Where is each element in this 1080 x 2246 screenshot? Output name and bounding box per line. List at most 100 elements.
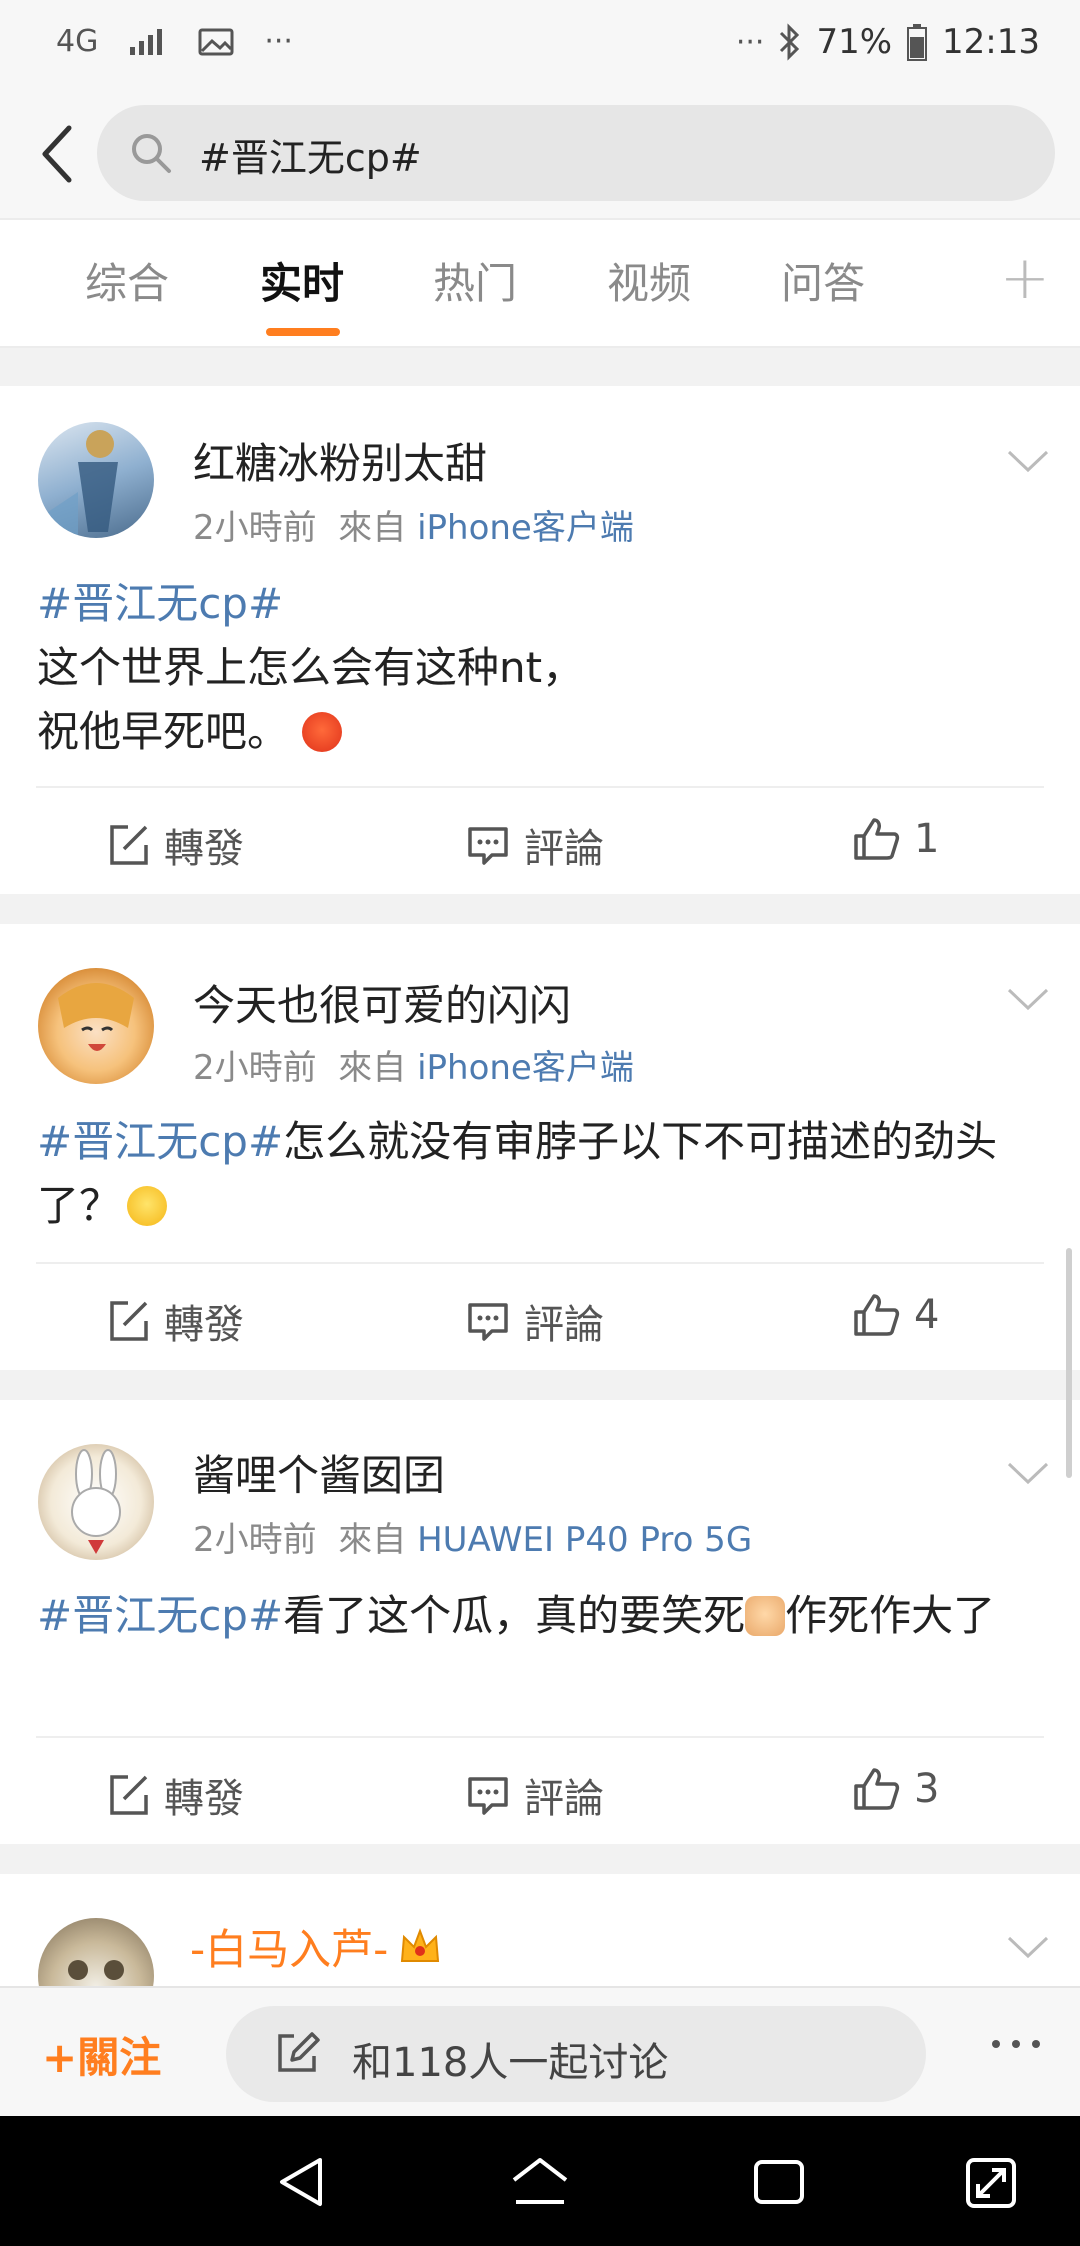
divider — [36, 786, 1044, 788]
angry-emoji-icon — [302, 712, 343, 752]
avatar[interactable] — [38, 968, 154, 1084]
hashtag-link[interactable]: #晋江无cp# — [37, 1117, 283, 1166]
from-label: 來自 — [338, 1048, 407, 1088]
post-source[interactable]: iPhone客户端 — [417, 508, 634, 548]
follow-button[interactable]: +關注 — [42, 2024, 161, 2085]
post-card[interactable]: 今天也很可爱的闪闪 2小時前 來自 iPhone客户端 #晋江无cp#怎么就没有… — [0, 924, 1080, 1370]
avatar-image — [71, 1449, 121, 1554]
thumbs-up-icon — [854, 1294, 900, 1336]
image-icon — [198, 28, 234, 55]
battery-icon — [907, 24, 928, 61]
avatar[interactable] — [38, 1444, 154, 1560]
avatar-image — [68, 1960, 124, 1980]
author-name[interactable]: 酱哩个酱囡囝 — [193, 1442, 445, 1503]
dot — [1032, 2040, 1040, 2048]
nav-back-icon[interactable] — [276, 2154, 326, 2210]
tab-qa[interactable]: 问答 — [781, 250, 865, 311]
divider — [36, 1262, 1044, 1264]
search-query: #晋江无cp# — [199, 136, 422, 180]
tab-comprehensive[interactable]: 综合 — [85, 250, 169, 311]
post-card[interactable]: 红糖冰粉别太甜 2小時前 來自 iPhone客户端 #晋江无cp# 这个世界上怎… — [0, 386, 1080, 894]
comment-label: 評論 — [524, 1302, 604, 1348]
post-time: 2小時前 — [193, 1048, 317, 1088]
follow-label: 關注 — [77, 2033, 162, 2082]
post-source[interactable]: iPhone客户端 — [417, 1048, 634, 1088]
chevron-down-icon[interactable] — [1006, 1932, 1050, 1962]
author-name[interactable]: 红糖冰粉别太甜 — [193, 430, 487, 491]
tab-hot[interactable]: 热门 — [433, 250, 517, 311]
comment-label: 評論 — [524, 1776, 604, 1822]
chevron-down-icon[interactable] — [1006, 984, 1050, 1014]
back-button[interactable] — [22, 114, 92, 194]
avatar-image — [48, 430, 118, 538]
like-count: 1 — [914, 816, 940, 862]
active-tab-indicator — [266, 328, 340, 336]
bottom-action-bar: +關注 和118人一起讨论 — [0, 1986, 1080, 2118]
like-button[interactable]: 3 — [852, 1766, 939, 1812]
nav-recents-icon[interactable] — [752, 2154, 806, 2210]
avatar-image — [58, 983, 134, 1051]
hashtag-link[interactable]: #晋江无cp# — [37, 579, 283, 628]
plus-icon: + — [42, 2033, 78, 2082]
repost-button[interactable]: 轉發 — [106, 1766, 244, 1824]
comment-button[interactable]: 評論 — [466, 1292, 604, 1350]
system-nav-bar — [0, 2116, 1080, 2246]
post-card[interactable]: -白马入芦- — [0, 1874, 1080, 1986]
discuss-label: 和118人一起讨论 — [352, 2040, 669, 2086]
repost-label: 轉發 — [164, 1302, 244, 1348]
post-card[interactable]: 酱哩个酱囡囝 2小時前 來自 HUAWEI P40 Pro 5G #晋江无cp#… — [0, 1400, 1080, 1844]
scrollbar[interactable] — [1066, 1248, 1072, 1478]
nav-home-icon[interactable] — [510, 2154, 570, 2210]
author-name[interactable]: 今天也很可爱的闪闪 — [193, 972, 571, 1033]
edit-icon — [278, 2032, 320, 2072]
add-tab-button[interactable]: + — [1000, 248, 1050, 308]
signal-icon — [130, 28, 163, 55]
post-source[interactable]: HUAWEI P40 Pro 5G — [417, 1520, 752, 1560]
tab-realtime[interactable]: 实时 — [260, 250, 344, 311]
dot — [1012, 2040, 1020, 2048]
post-body: 作死作大了 — [785, 1591, 996, 1640]
discuss-input[interactable]: 和118人一起讨论 — [226, 2006, 926, 2102]
thumbs-up-emoji-icon — [745, 1596, 786, 1636]
nav-expand-icon[interactable] — [964, 2154, 1018, 2210]
search-input[interactable]: #晋江无cp# — [97, 105, 1055, 201]
like-count: 4 — [914, 1292, 940, 1338]
like-button[interactable]: 1 — [852, 816, 939, 862]
post-text: #晋江无cp#怎么就没有审脖子以下不可描述的劲头了？ — [37, 1110, 1047, 1238]
chevron-down-icon[interactable] — [1006, 1458, 1050, 1488]
thumbs-up-icon — [854, 1768, 900, 1810]
battery-percent: 71% — [816, 22, 893, 62]
repost-button[interactable]: 轉發 — [106, 1292, 244, 1350]
repost-button[interactable]: 轉發 — [106, 816, 244, 874]
avatar[interactable] — [38, 422, 154, 538]
post-text: #晋江无cp# 这个世界上怎么会有这种nt， 祝他早死吧。 — [37, 572, 1047, 764]
crown-icon — [401, 1927, 440, 1962]
author-name[interactable]: -白马入芦- — [190, 1916, 388, 1977]
post-body: 看了这个瓜，真的要笑死 — [283, 1591, 746, 1640]
tab-bar: 综合 实时 热门 视频 问答 + — [0, 218, 1080, 348]
avatar[interactable] — [38, 1918, 154, 1986]
dot — [992, 2040, 1000, 2048]
blush-emoji-icon — [127, 1186, 168, 1226]
comment-button[interactable]: 評論 — [466, 1766, 604, 1824]
like-button[interactable]: 4 — [852, 1292, 939, 1338]
status-bar: 4G ··· ··· 71% 12:13 — [0, 0, 1080, 92]
author-row: -白马入芦- — [190, 1916, 442, 1977]
comment-icon — [468, 1777, 508, 1815]
post-time: 2小時前 — [193, 508, 317, 548]
from-label: 來自 — [338, 1520, 407, 1560]
back-arrow-icon — [42, 125, 72, 183]
comment-icon — [468, 1303, 508, 1341]
like-count: 3 — [914, 1766, 940, 1812]
hashtag-link[interactable]: #晋江无cp# — [37, 1591, 283, 1640]
post-meta: 2小時前 來自 HUAWEI P40 Pro 5G — [193, 1512, 752, 1561]
post-text: #晋江无cp#看了这个瓜，真的要笑死 作死作大了 — [37, 1584, 1047, 1648]
repost-label: 轉發 — [164, 826, 244, 872]
tab-video[interactable]: 视频 — [607, 250, 691, 311]
chevron-down-icon[interactable] — [1006, 446, 1050, 476]
post-text-line: 祝他早死吧。 — [37, 707, 290, 756]
post-meta: 2小時前 來自 iPhone客户端 — [193, 1040, 634, 1089]
more-options-button[interactable] — [992, 2040, 1040, 2048]
comment-button[interactable]: 評論 — [466, 816, 604, 874]
search-icon — [132, 134, 171, 173]
